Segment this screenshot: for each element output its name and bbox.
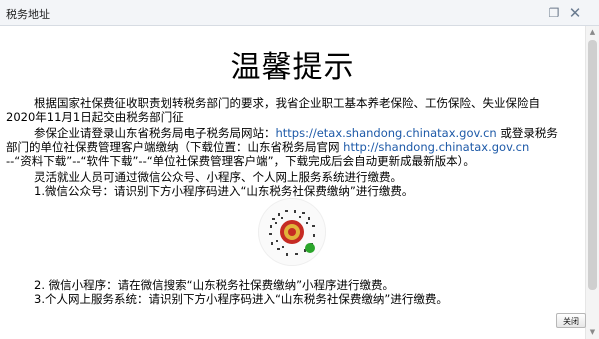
etax-link[interactable]: https://etax.shandong.chinatax.gov.cn (276, 126, 497, 140)
paragraph-text: 参保企业请登录山东省税务局电子税务局网站： (34, 126, 276, 140)
scroll-up-icon[interactable]: ▲ (586, 26, 599, 38)
paragraph-text: 1.微信公众号：请识别下方小程序码进入“山东税务社保费缴纳”进行缴费。 (34, 184, 414, 198)
window-titlebar: 税务地址 ❐ ✕ (0, 0, 599, 26)
close-button[interactable]: 关闭 (556, 313, 586, 328)
paragraph-line: 部门的单位社保费管理客户端缴纳（下载位置：山东省税务局官网 http://sha… (6, 140, 582, 154)
paragraph-text: --“资料下载”--“软件下载”--“单位社保费管理客户端”，下载完成后会自动更… (6, 154, 475, 168)
close-icon[interactable]: ✕ (566, 4, 584, 22)
paragraph-line: 参保企业请登录山东省税务局电子税务局网站：https://etax.shando… (6, 126, 582, 140)
scrollbar-thumb[interactable] (588, 40, 597, 290)
qr-graphic (259, 199, 325, 265)
window-title: 税务地址 (6, 8, 50, 21)
notice-paragraph-1: 根据国家社保费征收职责划转税务部门的要求，我省企业职工基本养老保险、工伤保险、失… (6, 96, 582, 124)
restore-icon[interactable]: ❐ (545, 4, 563, 22)
paragraph-text: 根据国家社保费征收职责划转税务部门的要求，我省企业职工基本养老保险、工伤保险、失… (34, 96, 540, 110)
page-title: 温馨提示 (230, 50, 355, 85)
paragraph-text: 灵活就业人员可通过微信公众号、小程序、个人网上服务系统进行缴费。 (34, 170, 402, 184)
tax-bureau-link[interactable]: http://shandong.chinatax.gov.cn (343, 140, 529, 154)
paragraph-text: 3.个人网上服务系统：请识别下方小程序码进入“山东税务社保费缴纳”进行缴费。 (34, 292, 448, 306)
notice-paragraph-2: 参保企业请登录山东省税务局电子税务局网站：https://etax.shando… (6, 126, 582, 168)
vertical-scrollbar[interactable]: ▲ ▼ (585, 26, 599, 339)
paragraph-text: 2. 微信小程序：请在微信搜索“山东税务社保费缴纳”小程序进行缴费。 (34, 278, 395, 292)
scroll-down-icon[interactable]: ▼ (586, 326, 599, 338)
mini-program-code-icon (258, 198, 326, 266)
paragraph-text: 部门的单位社保费管理客户端缴纳（下载位置：山东省税务局官网 (6, 140, 344, 154)
notice-content: 温馨提示 根据国家社保费征收职责划转税务部门的要求，我省企业职工基本养老保险、工… (0, 26, 585, 339)
paragraph-text: 或登录税务 (496, 126, 558, 140)
paragraph-text: 2020年11月1日起交由税务部门征 (6, 110, 184, 124)
